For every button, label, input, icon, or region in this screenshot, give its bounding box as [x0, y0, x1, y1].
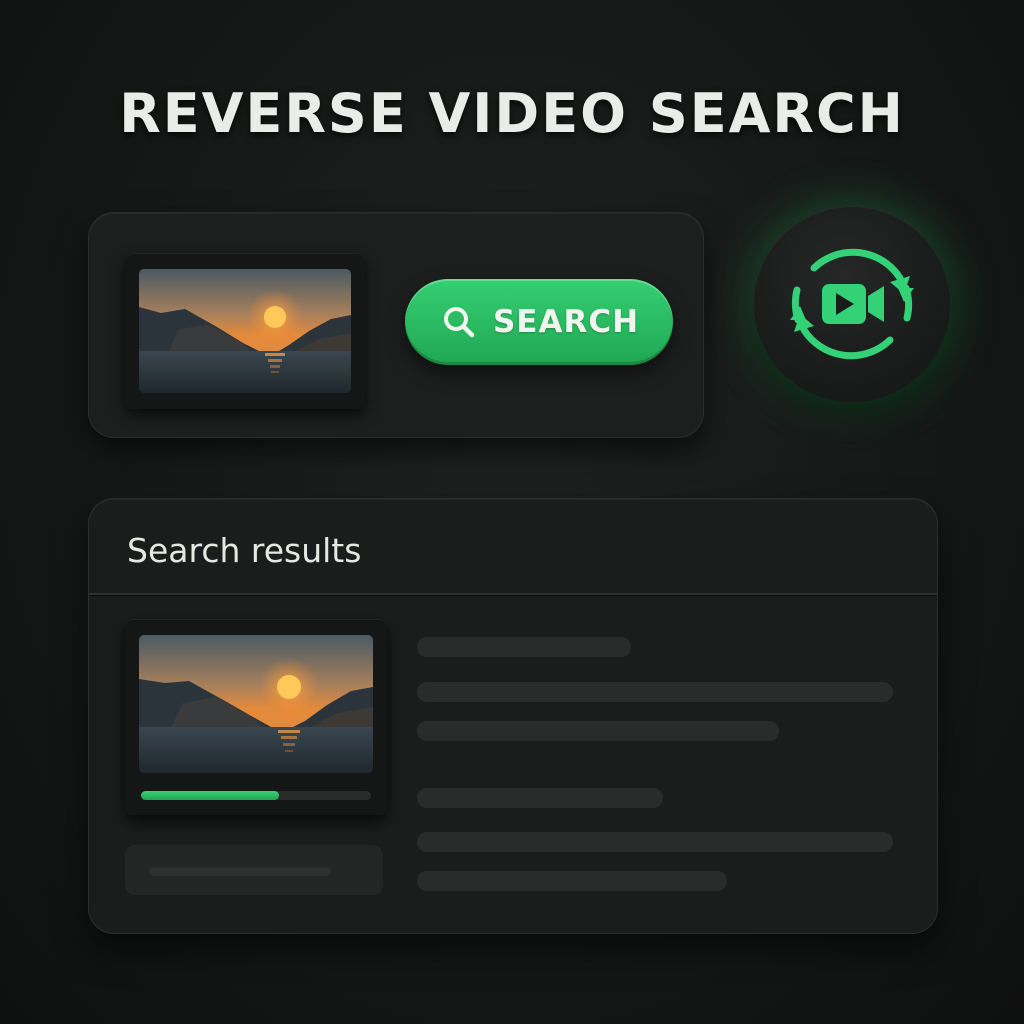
result-text-placeholder	[417, 682, 893, 702]
result-progress-bar	[141, 791, 371, 800]
result-sunset-image	[139, 635, 373, 773]
result-title-placeholder	[417, 788, 663, 808]
result-text-placeholder	[417, 871, 727, 891]
reverse-video-search-icon	[790, 248, 914, 360]
page-title: REVERSE VIDEO SEARCH	[119, 82, 905, 145]
result-video-card[interactable]	[125, 619, 387, 815]
query-video-thumbnail[interactable]	[125, 253, 365, 409]
result-text-placeholder	[417, 721, 779, 741]
results-panel: Search results	[88, 498, 938, 934]
search-button[interactable]: SEARCH	[405, 279, 673, 365]
query-panel: SEARCH	[88, 212, 704, 438]
result-action-placeholder[interactable]	[125, 845, 383, 895]
search-icon	[443, 307, 475, 338]
search-button-label: SEARCH	[492, 304, 640, 340]
result-progress-fill	[141, 791, 279, 800]
result-text-placeholder	[417, 832, 893, 852]
divider	[89, 593, 937, 595]
reverse-video-search-button[interactable]	[754, 206, 950, 402]
results-heading: Search results	[127, 531, 362, 570]
placeholder-line	[149, 867, 331, 876]
result-title-placeholder	[417, 637, 631, 657]
sunset-lake-image	[139, 269, 351, 393]
